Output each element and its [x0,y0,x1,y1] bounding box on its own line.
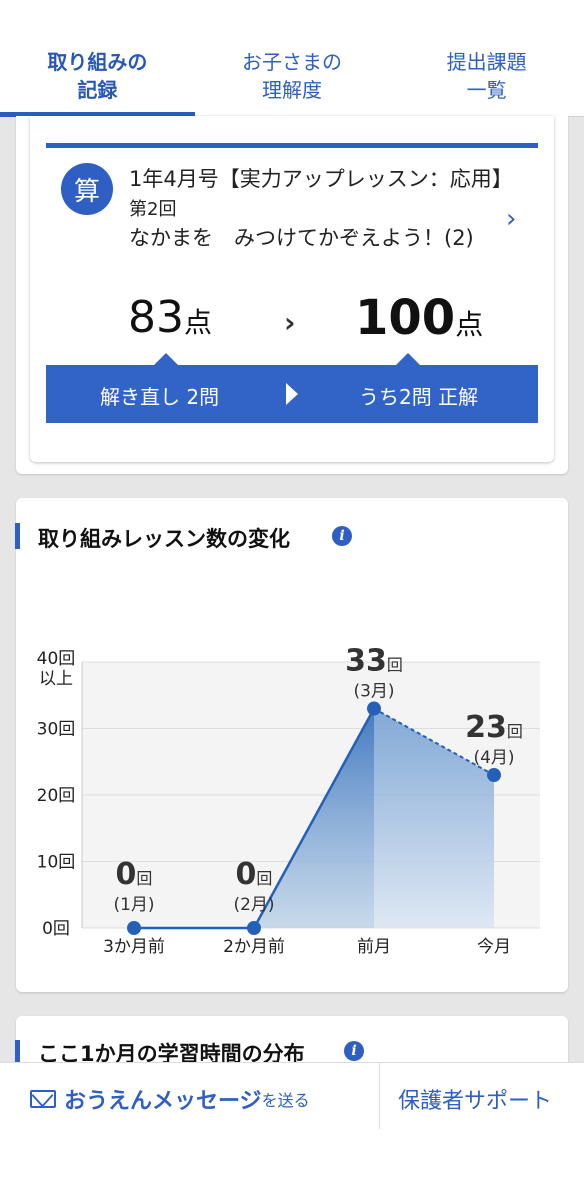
score-before-value: 83 [128,292,184,343]
message-main-label: おうえんメッセージ [64,1089,262,1114]
tab-understanding-line1: お子さまの [242,50,342,74]
value-label: 33回 [345,644,403,679]
score-arrow-icon: › [284,306,296,339]
subject-badge: 算 [61,163,113,215]
tab-understanding[interactable]: お子さまの 理解度 [195,36,390,116]
value-label-unit: 回 [136,869,152,888]
lessons-chart: 0回10回20回30回40回以上 0回(1月)0回(2月)33回(3月)23回(… [37,644,540,957]
month-label: (1月) [113,895,154,915]
data-point [487,768,501,783]
value-label-unit: 回 [256,869,272,888]
month-label: (4月) [473,748,514,768]
y-tick-label: 10回 [37,853,76,873]
y-tick-label: 30回 [37,720,76,740]
score-before: 83点 [128,292,212,343]
score-after-unit: 点 [455,308,484,341]
lesson-title-small: 第2回 [129,199,177,220]
score-after: 100点 [355,290,483,346]
correct-label: うち2問 正解 [359,385,479,409]
data-point [367,701,381,716]
info-icon[interactable]: i [332,526,352,546]
tab-submissions-line1: 提出課題 [446,50,527,74]
value-label-number: 33 [345,644,387,679]
y-tick-label: 20回 [37,786,76,806]
tab-bar: 取り組みの 記録 お子さまの 理解度 提出課題 一覧 [0,36,584,117]
tab-understanding-line2: 理解度 [262,78,322,102]
value-label-unit: 回 [387,656,403,675]
value-label-number: 0 [116,857,137,892]
y-tick-label-line1: 40回 [37,649,76,669]
lesson-card-accent [46,143,538,148]
bar-notch-right [396,353,420,365]
y-tick-label-line2: 以上 [39,669,73,689]
top-bar [0,0,584,37]
y-tick-label: 40回以上 [37,649,76,689]
section-accent-bar [15,523,20,549]
score-after-value: 100 [355,290,456,346]
data-point [247,921,261,935]
footer-bar: おうえんメッセージ を送る 保護者サポート [0,1062,584,1130]
bar-notch-left [154,353,178,365]
x-tick-label: 3か月前 [103,937,165,957]
y-tick-label: 0回 [42,919,70,939]
value-label-number: 0 [236,857,257,892]
x-tick-label: 前月 [357,937,391,957]
data-point [127,921,141,935]
tab-submissions[interactable]: 提出課題 一覧 [389,36,584,116]
chevron-right-icon[interactable]: › [506,205,528,233]
tab-records[interactable]: 取り組みの 記録 [0,36,195,117]
value-label-unit: 回 [507,722,523,741]
message-small-label: を送る [261,1091,310,1110]
lesson-title[interactable]: 1年4月号【実力アップレッスン：応用】第2回 なかまを みつけてかぞえよう！(2… [129,165,513,253]
bottom-area [0,1129,584,1200]
mail-icon [30,1090,56,1108]
footer-divider [379,1063,380,1129]
x-axis-ticks: 3か月前 2か月前 前月 今月 [103,937,511,957]
lessons-section-title: 取り組みレッスン数の変化 [38,527,290,551]
month-label: (2月) [233,895,274,915]
y-axis-ticks: 0回 10回 20回 30回 40回以上 [37,649,76,939]
retry-summary-bar: 解き直し 2問 うち2問 正解 [46,353,538,423]
tab-records-line1: 取り組みの [47,50,148,74]
parent-support-link[interactable]: 保護者サポート [398,1083,552,1115]
info-icon-2[interactable]: i [344,1041,364,1061]
month-label: (3月) [353,682,394,702]
x-tick-label: 2か月前 [223,937,285,957]
play-arrow-icon [286,383,298,405]
lesson-title-main: 1年4月号【実力アップレッスン：応用】 [129,167,513,191]
score-before-unit: 点 [184,306,213,339]
tab-records-line2: 記録 [77,78,118,102]
lesson-title-sub: なかまを みつけてかぞえよう！(2) [129,226,474,250]
x-tick-label: 今月 [477,937,511,957]
value-label-number: 23 [465,710,507,745]
tab-submissions-line2: 一覧 [466,78,507,102]
send-message-button[interactable]: おうえんメッセージ を送る [30,1083,310,1115]
retry-label: 解き直し 2問 [100,385,220,409]
